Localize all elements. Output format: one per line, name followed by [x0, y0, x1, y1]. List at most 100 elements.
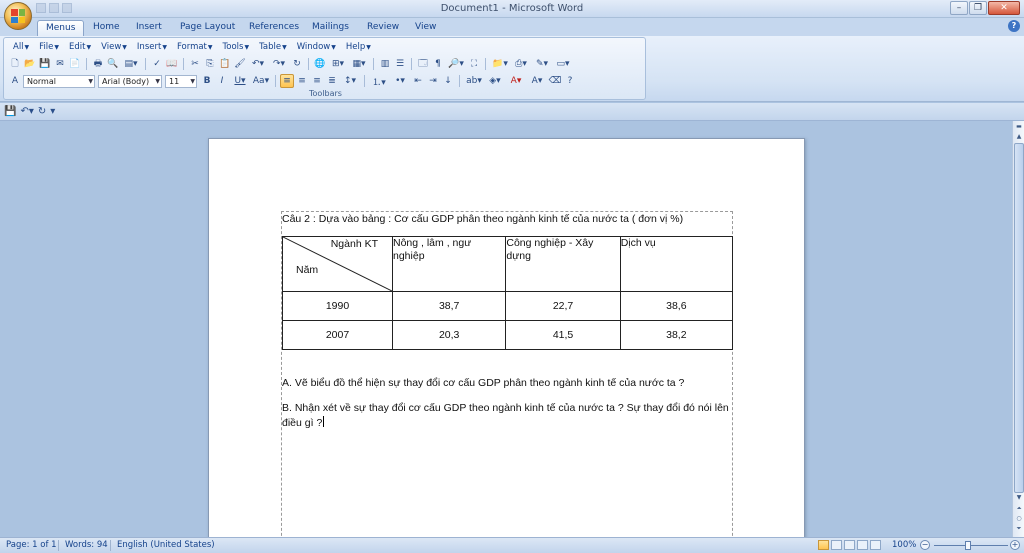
- scrollbar-thumb[interactable]: [1014, 143, 1024, 493]
- line-spacing-icon[interactable]: ↕▾: [340, 74, 360, 88]
- scroll-up-icon[interactable]: ▲: [1014, 132, 1024, 142]
- menu-file[interactable]: File▼: [34, 42, 64, 54]
- styles-icon[interactable]: ✎▾: [532, 57, 552, 71]
- value-cell[interactable]: 38,2: [619, 320, 734, 350]
- header-agriculture[interactable]: Nông , lâm , ngư nghiệp: [391, 236, 507, 292]
- document-page[interactable]: Câu 2 : Dựa vào bảng : Cơ cấu GDP phân t…: [208, 138, 805, 537]
- scroll-down-icon[interactable]: ▼: [1014, 493, 1024, 503]
- customize-qat-icon[interactable]: ▾: [50, 106, 55, 117]
- document-map-icon[interactable]: 🗔: [416, 57, 430, 71]
- folder-dropdown-icon[interactable]: 📁▾: [490, 57, 510, 71]
- font-size-dropdown[interactable]: 11 ▼: [165, 74, 197, 88]
- header-services[interactable]: Dịch vụ: [619, 236, 734, 292]
- zoom-out-icon[interactable]: −: [920, 540, 930, 550]
- value-cell[interactable]: 20,3: [391, 320, 507, 350]
- page-count[interactable]: Page: 1 of 1: [6, 540, 57, 550]
- bullets-icon[interactable]: •▾: [390, 74, 410, 88]
- undo-icon[interactable]: ↶▾: [20, 106, 33, 117]
- paste-icon[interactable]: 📋: [218, 57, 232, 71]
- menu-help[interactable]: Help▼: [341, 42, 376, 54]
- language-indicator[interactable]: English (United States): [117, 540, 215, 550]
- tab-mailings[interactable]: Mailings: [304, 20, 357, 36]
- options-icon[interactable]: ▭▾: [553, 57, 573, 71]
- insert-object-icon[interactable]: ⎙▾: [511, 57, 531, 71]
- permission-icon[interactable]: ✉: [53, 57, 67, 71]
- highlight-icon[interactable]: ab▾: [464, 74, 484, 88]
- text-box[interactable]: Câu 2 : Dựa vào bảng : Cơ cấu GDP phân t…: [281, 211, 734, 537]
- value-cell[interactable]: 38,6: [619, 291, 734, 321]
- full-screen-reading-icon[interactable]: [831, 540, 842, 550]
- shading-icon[interactable]: ◈▾: [485, 74, 505, 88]
- research-icon[interactable]: ▤▾: [121, 57, 141, 71]
- split-handle-icon[interactable]: ▬: [1014, 122, 1024, 132]
- tab-home[interactable]: Home: [85, 20, 128, 36]
- undo-icon[interactable]: ↶▾: [248, 57, 268, 71]
- tab-review[interactable]: Review: [359, 20, 407, 36]
- save-icon[interactable]: 💾: [4, 106, 16, 117]
- tab-page-layout[interactable]: Page Layout: [172, 20, 243, 36]
- show-hide-icon[interactable]: ¶: [431, 57, 445, 71]
- font-color-icon[interactable]: A▾: [506, 74, 526, 88]
- underline-icon[interactable]: U▾: [230, 74, 250, 88]
- align-center-icon[interactable]: ≡: [295, 74, 309, 88]
- numbering-icon[interactable]: ⒈▾: [369, 74, 389, 88]
- help-icon[interactable]: ?: [1008, 20, 1020, 32]
- sort-icon[interactable]: ↓: [441, 74, 455, 88]
- help-circle-icon[interactable]: ?: [563, 74, 577, 88]
- header-industry[interactable]: Công nghiệp - Xây dựng: [505, 236, 621, 292]
- cut-icon[interactable]: ✂: [188, 57, 202, 71]
- tab-references[interactable]: References: [241, 20, 307, 36]
- zoom-level[interactable]: 100%: [892, 540, 916, 550]
- menu-insert[interactable]: Insert▼: [132, 42, 172, 54]
- draft-view-icon[interactable]: [870, 540, 881, 550]
- year-cell[interactable]: 1990: [282, 291, 393, 321]
- vertical-scrollbar[interactable]: ▬ ▲ ▼ ⏶ ○ ⏷: [1012, 121, 1024, 537]
- value-cell[interactable]: 22,7: [505, 291, 621, 321]
- minimize-button[interactable]: –: [950, 1, 968, 15]
- table-insert-icon[interactable]: ⊞▾: [328, 57, 348, 71]
- align-left-icon[interactable]: ≡: [280, 74, 294, 88]
- save-icon[interactable]: 💾: [38, 57, 52, 71]
- hyperlink-icon[interactable]: 🌐: [313, 57, 327, 71]
- previous-page-icon[interactable]: ⏶: [1014, 504, 1024, 514]
- tab-insert[interactable]: Insert: [128, 20, 170, 36]
- year-cell[interactable]: 2007: [282, 320, 393, 350]
- spelling-icon[interactable]: ✓: [150, 57, 164, 71]
- refresh-icon[interactable]: ↻: [290, 57, 304, 71]
- zoom-icon[interactable]: 🔎▾: [446, 57, 466, 71]
- document-area[interactable]: Câu 2 : Dựa vào bảng : Cơ cấu GDP phân t…: [0, 121, 1012, 537]
- value-cell[interactable]: 41,5: [505, 320, 621, 350]
- email-icon[interactable]: 📄: [68, 57, 82, 71]
- gdp-table[interactable]: Ngành KT Năm Nông , lâm , ngư nghiệp Côn…: [282, 236, 734, 350]
- new-document-icon[interactable]: 🗋: [8, 57, 22, 71]
- outline-view-icon[interactable]: [857, 540, 868, 550]
- select-browse-object-icon[interactable]: ○: [1014, 514, 1024, 524]
- web-layout-icon[interactable]: [844, 540, 855, 550]
- redo-icon[interactable]: ↷▾: [269, 57, 289, 71]
- print-preview-icon[interactable]: 🔍: [106, 57, 120, 71]
- print-icon[interactable]: 🖶: [91, 57, 105, 71]
- close-button[interactable]: ✕: [988, 1, 1020, 15]
- styles-pane-icon[interactable]: A: [8, 74, 22, 88]
- zoom-slider-track[interactable]: [934, 545, 1008, 546]
- menu-tools[interactable]: Tools▼: [218, 42, 255, 54]
- justify-icon[interactable]: ≣: [325, 74, 339, 88]
- menu-table[interactable]: Table▼: [254, 42, 292, 54]
- menu-window[interactable]: Window▼: [292, 42, 341, 54]
- print-layout-icon[interactable]: [818, 540, 829, 550]
- open-folder-icon[interactable]: 📂: [23, 57, 37, 71]
- office-button[interactable]: [4, 2, 32, 30]
- bold-icon[interactable]: B: [200, 74, 214, 88]
- menu-edit[interactable]: Edit▼: [64, 42, 96, 54]
- tab-menus[interactable]: Menus: [37, 20, 85, 36]
- full-screen-icon[interactable]: ⛶: [467, 57, 481, 71]
- tables-borders-icon[interactable]: ▥: [378, 57, 392, 71]
- tab-view[interactable]: View: [407, 20, 444, 36]
- redo-icon[interactable]: ↻: [38, 106, 46, 117]
- value-cell[interactable]: 38,7: [391, 291, 507, 321]
- font-dropdown[interactable]: Arial (Body) ▼: [98, 74, 162, 88]
- word-count[interactable]: Words: 94: [65, 540, 108, 550]
- increase-indent-icon[interactable]: ⇥: [426, 74, 440, 88]
- character-scale-icon[interactable]: A▾: [527, 74, 547, 88]
- clear-format-icon[interactable]: ⌫: [548, 74, 562, 88]
